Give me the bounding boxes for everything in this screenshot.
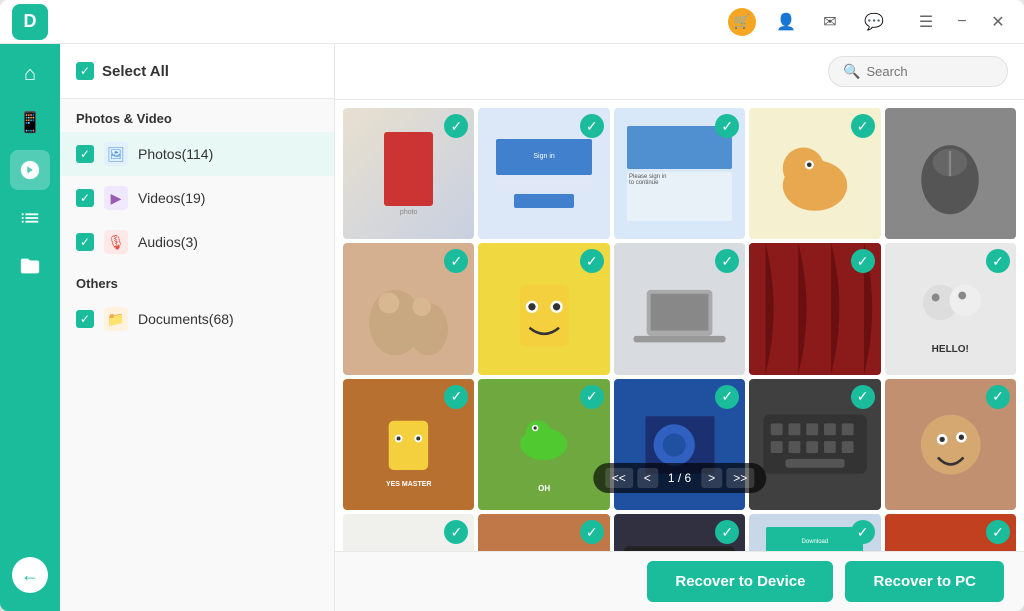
check-overlay: ✓ [851,114,875,138]
select-all-checkbox[interactable]: ✓ [76,62,94,80]
grid-item[interactable]: ✓ [885,379,1016,510]
grid-item[interactable]: ✓ [885,514,1016,551]
search-box[interactable]: 🔍 [828,56,1008,87]
others-header: Others [60,264,334,297]
sidebar-phone[interactable]: 📱 [10,102,50,142]
right-panel: 🔍 photo✓Sign in✓Please sign into continu… [335,44,1024,611]
grid-item[interactable]: Please sign into continue✓ [614,108,745,239]
recover-to-device-button[interactable]: Recover to Device [647,561,833,602]
grid-wrapper: photo✓Sign in✓Please sign into continue✓… [335,100,1024,551]
audios-label: Audios(3) [138,234,198,250]
photos-checkbox[interactable]: ✓ [76,145,94,163]
search-icon: 🔍 [843,63,860,80]
user-icon[interactable]: 👤 [772,8,800,36]
documents-icon: 📁 [104,307,128,331]
close-btn[interactable]: ✕ [984,8,1012,36]
sidebar-icons: ⌂ 📱 ← [0,44,60,611]
grid-item[interactable]: ✓ [614,243,745,374]
grid-item[interactable]: ✓ [749,243,880,374]
window-controls: ☰ − ✕ [912,8,1012,36]
sidebar-home[interactable]: ⌂ [10,54,50,94]
sidebar-backup[interactable] [10,150,50,190]
grid-item[interactable]: Miss you✓ [343,514,474,551]
grid-item[interactable]: ✓ [749,108,880,239]
sidebar-folder[interactable] [10,246,50,286]
select-all-row[interactable]: ✓ Select All [60,44,334,99]
pagination-prev[interactable]: < [637,468,658,488]
videos-label: Videos(19) [138,190,205,206]
select-all-label: Select All [102,63,169,80]
check-overlay: ✓ [580,520,604,544]
recover-to-pc-button[interactable]: Recover to PC [845,561,1004,602]
left-panel: ✓ Select All Photos & Video ✓ 🖼 Photos(1… [60,44,335,611]
audios-icon: 🎙 [104,230,128,254]
pagination-last[interactable]: >> [726,468,754,488]
videos-icon: ▶ [104,186,128,210]
grid-item[interactable]: Sign in✓ [478,108,609,239]
pagination-text: 1 / 6 [662,471,697,485]
menu-btn[interactable]: ☰ [912,8,940,36]
photos-label: Photos(114) [138,146,213,162]
chat-icon[interactable]: 💬 [860,8,888,36]
sidebar-item-audios[interactable]: ✓ 🎙 Audios(3) [60,220,334,264]
cart-icon[interactable]: 🛒 [728,8,756,36]
main-content: ⌂ 📱 ← ✓ Select All Photos & Video ✓ [0,44,1024,611]
pagination-first[interactable]: << [605,468,633,488]
check-overlay: ✓ [580,114,604,138]
check-overlay: ✓ [851,385,875,409]
back-button[interactable]: ← [12,557,48,593]
sidebar-item-videos[interactable]: ✓ ▶ Videos(19) [60,176,334,220]
photos-video-header: Photos & Video [60,99,334,132]
check-overlay: ✓ [851,249,875,273]
app-window: D 🛒 👤 ✉ 💬 ☰ − ✕ ⌂ 📱 [0,0,1024,611]
app-logo: D [12,4,48,40]
grid-item[interactable]: ✓ [343,243,474,374]
search-input[interactable] [866,64,993,79]
grid-item[interactable]: photo✓ [343,108,474,239]
sidebar-list[interactable] [10,198,50,238]
check-overlay: ✓ [715,114,739,138]
documents-checkbox[interactable]: ✓ [76,310,94,328]
documents-label: Documents(68) [138,311,234,327]
titlebar: D 🛒 👤 ✉ 💬 ☰ − ✕ [0,0,1024,44]
sidebar-item-documents[interactable]: ✓ 📁 Documents(68) [60,297,334,341]
mail-icon[interactable]: ✉ [816,8,844,36]
grid-item[interactable]: ✓ [614,514,745,551]
pagination-next[interactable]: > [701,468,722,488]
minimize-btn[interactable]: − [948,8,976,36]
check-overlay: ✓ [580,385,604,409]
audios-checkbox[interactable]: ✓ [76,233,94,251]
grid-item[interactable]: DownloadApp downloadavailable now✓ [749,514,880,551]
grid-item[interactable]: ✓ [478,243,609,374]
check-overlay: ✓ [986,385,1010,409]
bottom-bar: Recover to Device Recover to PC [335,551,1024,611]
videos-checkbox[interactable]: ✓ [76,189,94,207]
grid-item[interactable]: YES MASTER✓ [343,379,474,510]
check-overlay: ✓ [715,385,739,409]
grid-item[interactable]: HELLO!✓ [885,243,1016,374]
sidebar-item-photos[interactable]: ✓ 🖼 Photos(114) [60,132,334,176]
pagination: << < 1 / 6 > >> [593,463,766,493]
grid-item[interactable]: ✓ [478,514,609,551]
titlebar-left: D [12,4,48,40]
photos-icon: 🖼 [104,142,128,166]
grid-item[interactable]: OH✓ [478,379,609,510]
titlebar-icons: 🛒 👤 ✉ 💬 ☰ − ✕ [728,8,1012,36]
grid-item[interactable] [885,108,1016,239]
check-overlay: ✓ [851,520,875,544]
grid-item[interactable]: ✓ [749,379,880,510]
right-header: 🔍 [335,44,1024,100]
